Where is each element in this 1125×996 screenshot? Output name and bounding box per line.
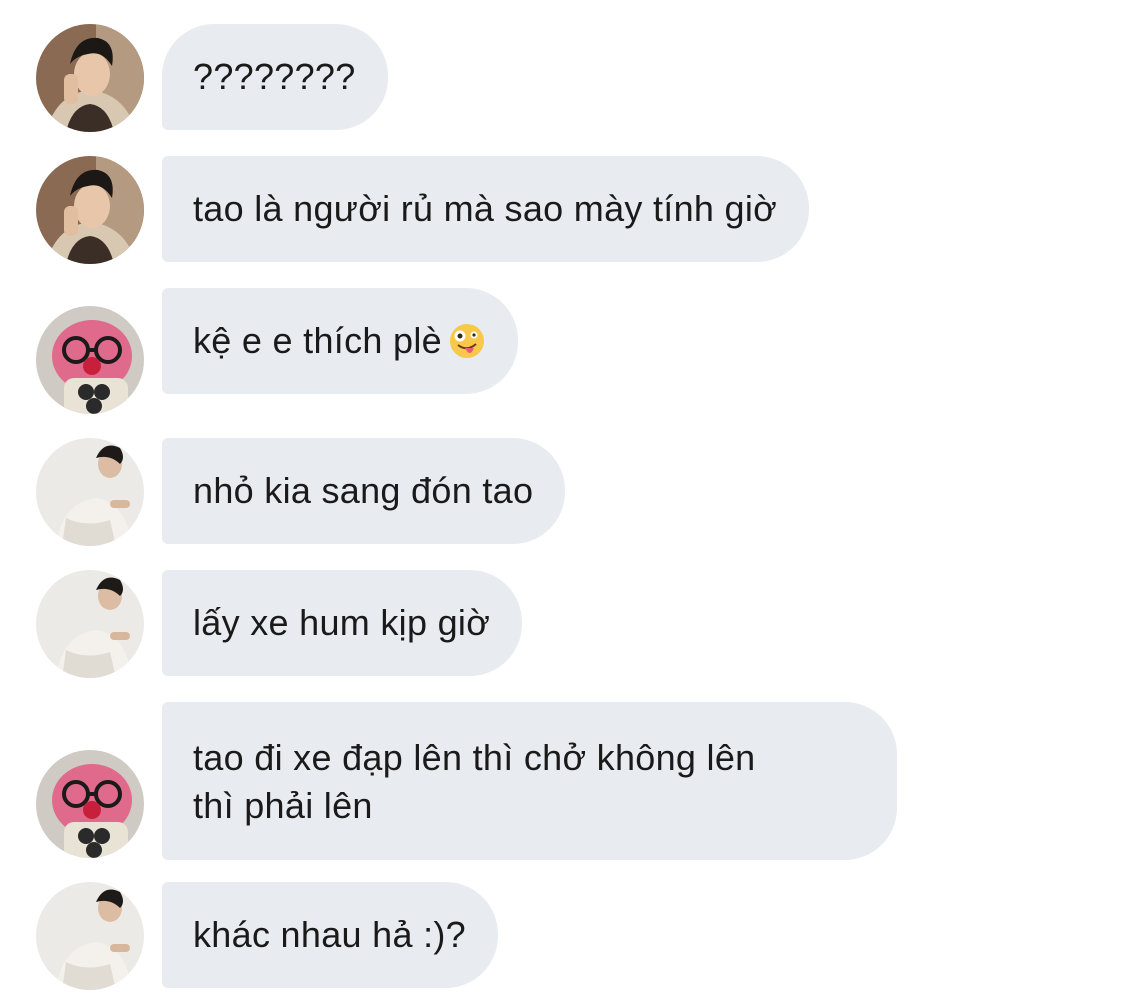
message-text: ???????? [193, 56, 356, 97]
chat-thread: ???????? tao là người rủ mà sao mày tính… [0, 0, 1125, 996]
message-text-line: tao đi xe đạp lên thì chở không lên [193, 737, 756, 778]
message-text-line: thì phải lên [193, 785, 373, 826]
message-bubble[interactable]: tao đi xe đạp lên thì chở không lên thì … [162, 702, 897, 860]
message-text: kệ e e thích plè [193, 320, 442, 361]
avatar-man-white-shirt[interactable] [36, 438, 144, 546]
avatar-man-hoodie[interactable] [36, 24, 144, 132]
message-text: lấy xe hum kịp giờ [193, 602, 491, 643]
message-bubble[interactable]: khác nhau hả :)? [162, 882, 498, 988]
message-text: nhỏ kia sang đón tao [193, 470, 534, 511]
message-bubble[interactable]: nhỏ kia sang đón tao [162, 438, 566, 544]
avatar-man-hoodie[interactable] [36, 156, 144, 264]
avatar-pink-toy-glasses[interactable] [36, 306, 144, 414]
avatar-pink-toy-glasses[interactable] [36, 750, 144, 858]
avatar-man-white-shirt[interactable] [36, 882, 144, 990]
avatar-man-white-shirt[interactable] [36, 570, 144, 678]
zany-face-emoji-icon [448, 322, 486, 360]
message-bubble[interactable]: lấy xe hum kịp giờ [162, 570, 523, 676]
message-bubble[interactable]: tao là người rủ mà sao mày tính giờ [162, 156, 810, 262]
message-bubble[interactable]: ???????? [162, 24, 388, 130]
message-text: khác nhau hả :)? [193, 914, 466, 955]
message-bubble[interactable]: kệ e e thích plè [162, 288, 518, 394]
message-text: tao là người rủ mà sao mày tính giờ [193, 188, 778, 229]
